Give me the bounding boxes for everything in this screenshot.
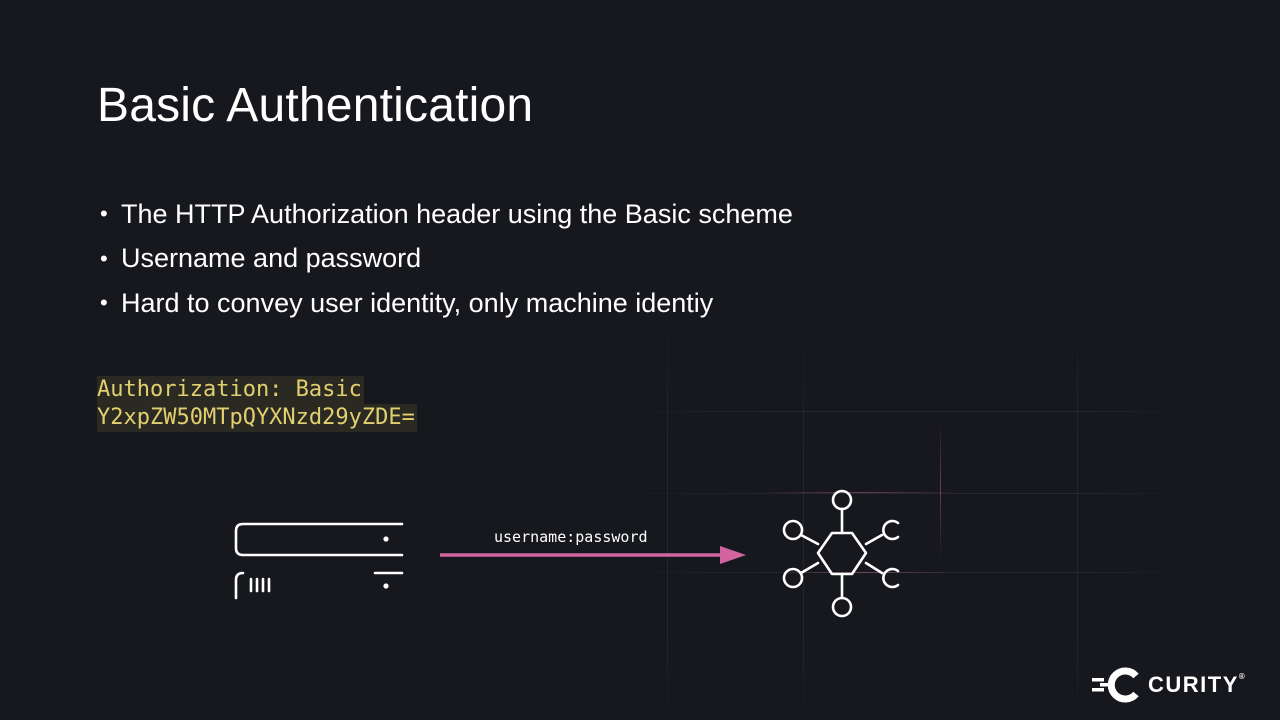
bullet-list: • The HTTP Authorization header using th… [100,192,793,326]
bullet-text: Username and password [121,243,422,274]
curity-logo-icon [1092,667,1139,703]
api-hexagon-icon [782,489,900,618]
logo-text: CURITY® [1148,672,1245,697]
bullet-dot: • [100,245,108,271]
arrow-label: username:password [494,528,648,546]
bullet-text: Hard to convey user identity, only machi… [121,287,714,318]
slide: Basic Authentication • The HTTP Authoriz… [0,0,1280,720]
curity-logo: CURITY® [1090,666,1245,704]
bullet-item: • The HTTP Authorization header using th… [100,192,793,237]
bullet-text: The HTTP Authorization header using the … [121,198,793,229]
bullet-item: • Hard to convey user identity, only mac… [100,281,793,326]
code-snippet: Authorization: Basic Y2xpZW50MTpQYXNzd29… [97,376,417,432]
code-line: Y2xpZW50MTpQYXNzd29yZDE= [97,404,417,432]
bullet-dot: • [100,290,108,316]
slide-title: Basic Authentication [97,79,534,132]
bullet-dot: • [100,201,108,227]
code-line: Authorization: Basic [97,376,364,404]
registered-mark: ® [1238,672,1245,681]
arrow-icon [440,546,746,564]
server-icon [234,522,404,600]
bullet-item: • Username and password [100,237,793,282]
